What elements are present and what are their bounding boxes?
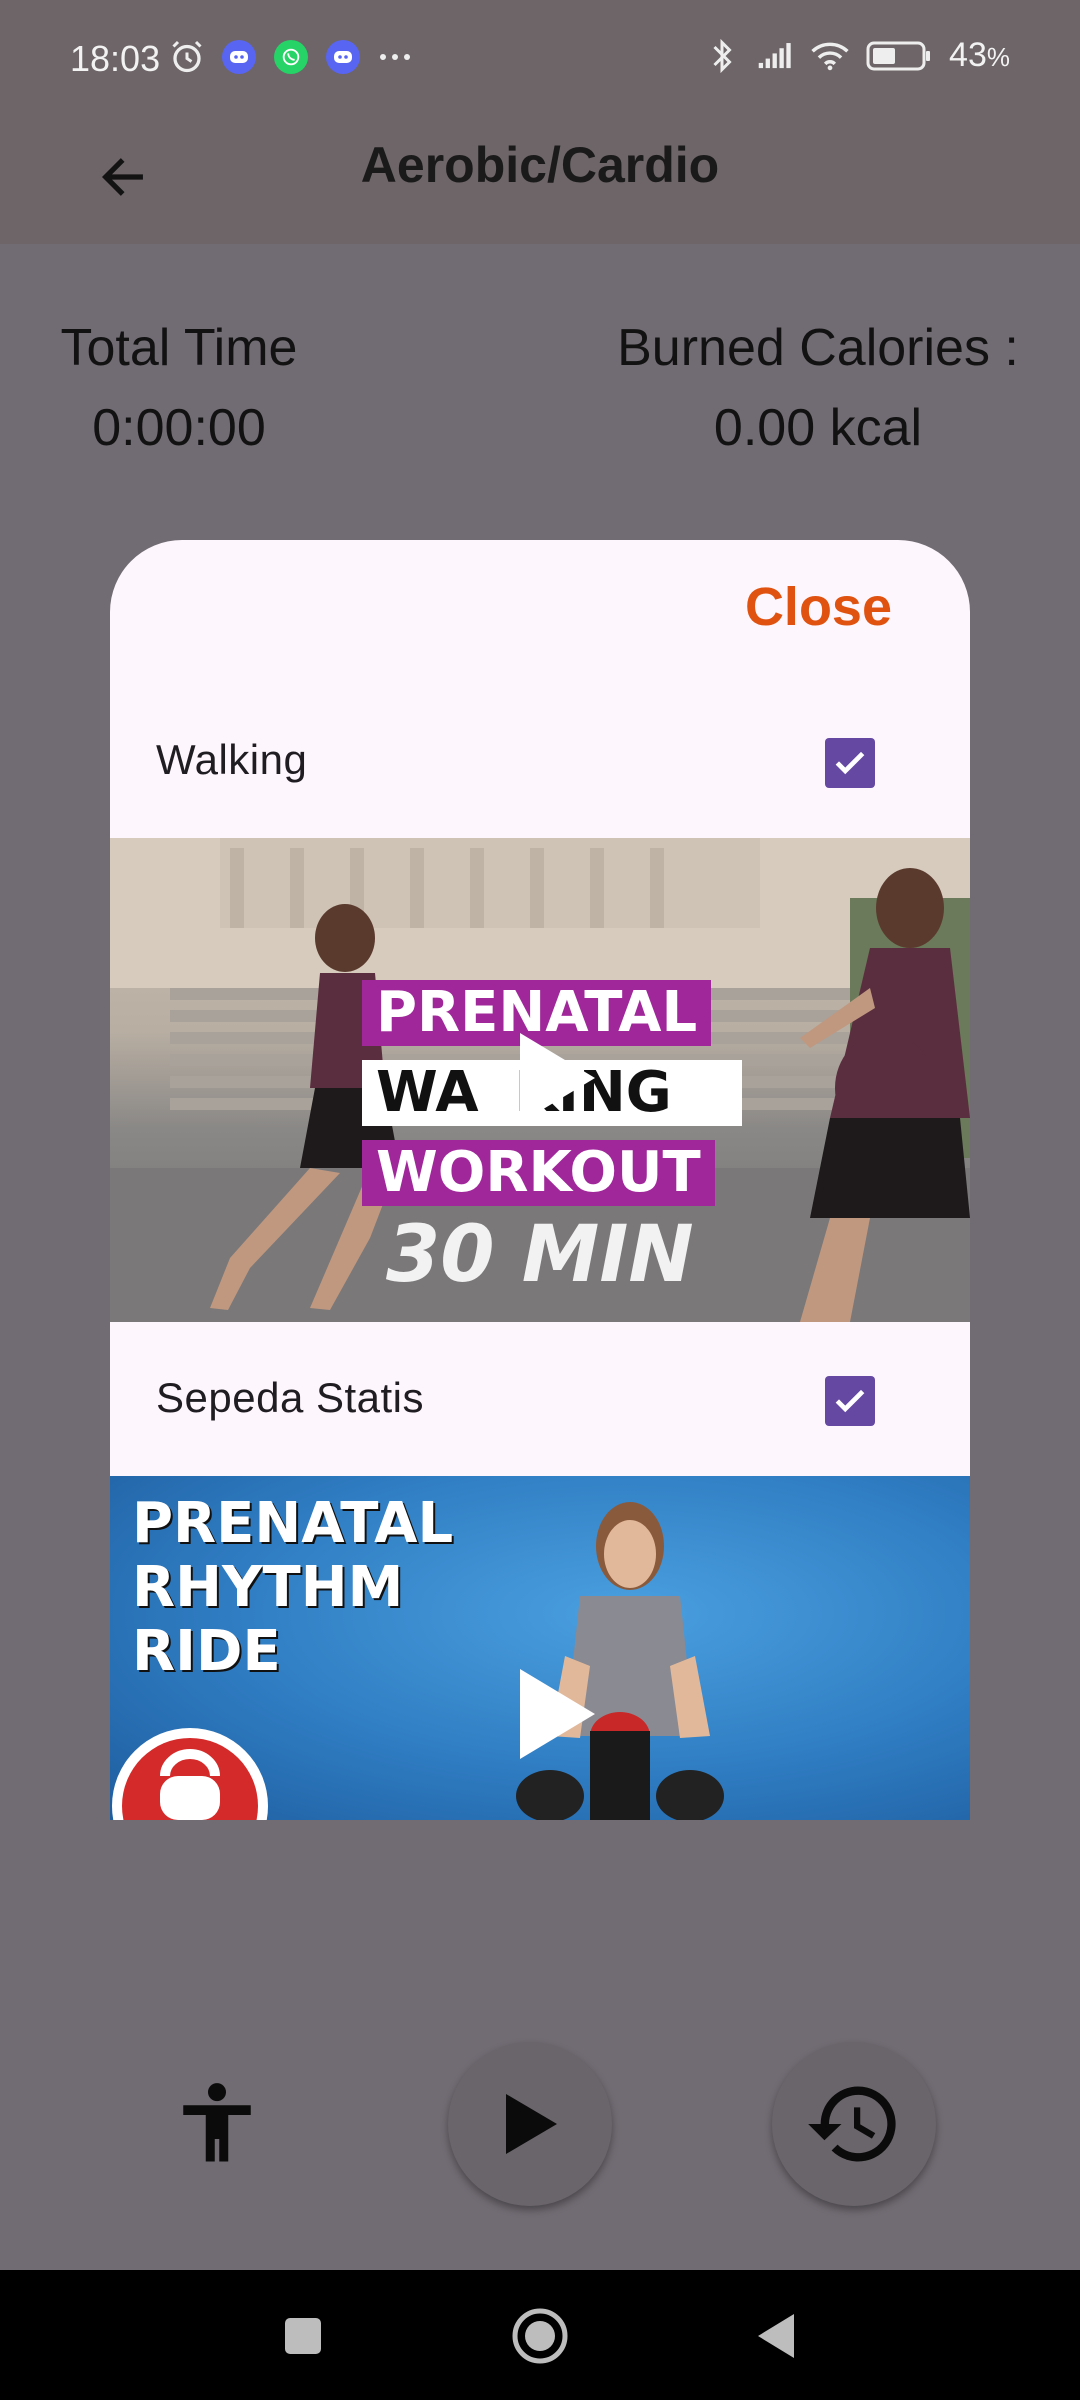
back-icon — [758, 2314, 794, 2358]
accessibility-button[interactable] — [135, 2042, 299, 2206]
more-notifications-icon — [376, 38, 414, 76]
exercise-label: Walking — [156, 736, 308, 783]
status-time: 18:03 — [70, 38, 161, 79]
accessibility-icon — [183, 2083, 251, 2162]
burned-calories-value: 0.00 kcal — [713, 399, 923, 457]
play-icon[interactable] — [510, 1664, 600, 1764]
bluetooth-icon — [703, 37, 741, 75]
system-navigation-bar — [0, 2270, 1080, 2400]
walking-checkbox[interactable] — [825, 738, 875, 788]
exercise-item-walking[interactable]: Walking — [110, 688, 970, 838]
history-icon — [808, 2086, 896, 2162]
status-icons-right: 43% — [703, 36, 1010, 75]
page-title: Aerobic/Cardio — [360, 137, 720, 193]
whatsapp-icon — [272, 38, 310, 76]
nav-back-button[interactable] — [738, 2298, 814, 2374]
signal-icon — [757, 37, 795, 75]
battery-percentage: 43% — [949, 36, 1010, 74]
exercise-label: Sepeda Statis — [156, 1374, 425, 1421]
thumbnail-title-line: 30 MIN — [386, 1210, 694, 1300]
start-button[interactable] — [448, 2042, 612, 2206]
wifi-icon — [811, 37, 849, 75]
home-button[interactable] — [502, 2298, 578, 2374]
alarm-icon — [168, 38, 206, 76]
recents-icon — [285, 2318, 321, 2354]
status-icons-left — [168, 38, 414, 76]
recents-button[interactable] — [265, 2298, 341, 2374]
discord-icon — [324, 38, 362, 76]
burned-calories-label: Burned Calories : — [617, 319, 1019, 377]
history-button[interactable] — [772, 2042, 936, 2206]
exercise-item-sepeda-statis[interactable]: Sepeda Statis — [110, 1326, 970, 1476]
exercise-dialog: Close Walking PRENATAL WA KING WORKOUT 3… — [110, 540, 970, 1820]
walking-video-thumbnail[interactable]: PRENATAL WA KING WORKOUT 30 MIN — [110, 838, 970, 1322]
total-time-label: Total Time — [60, 319, 298, 377]
checkmark-icon — [835, 1389, 865, 1413]
total-time-value: 0:00:00 — [92, 399, 266, 457]
battery-icon — [865, 37, 933, 75]
sepeda-statis-video-thumbnail[interactable]: PRENATAL RHYTHM RIDE — [110, 1476, 970, 1820]
play-icon[interactable] — [510, 1028, 600, 1128]
status-bar: 18:03 43% — [0, 0, 1080, 120]
checkmark-icon — [835, 751, 865, 775]
thumbnail-title-line: WORKOUT — [362, 1140, 715, 1206]
home-icon — [512, 2308, 568, 2364]
close-button[interactable]: Close — [745, 576, 892, 638]
sepeda-statis-checkbox[interactable] — [825, 1376, 875, 1426]
thumbnail-title: PRENATAL RHYTHM RIDE — [132, 1491, 454, 1684]
discord-icon — [220, 38, 258, 76]
app-bar: Aerobic/Cardio — [0, 120, 1080, 244]
play-icon — [506, 2094, 557, 2154]
